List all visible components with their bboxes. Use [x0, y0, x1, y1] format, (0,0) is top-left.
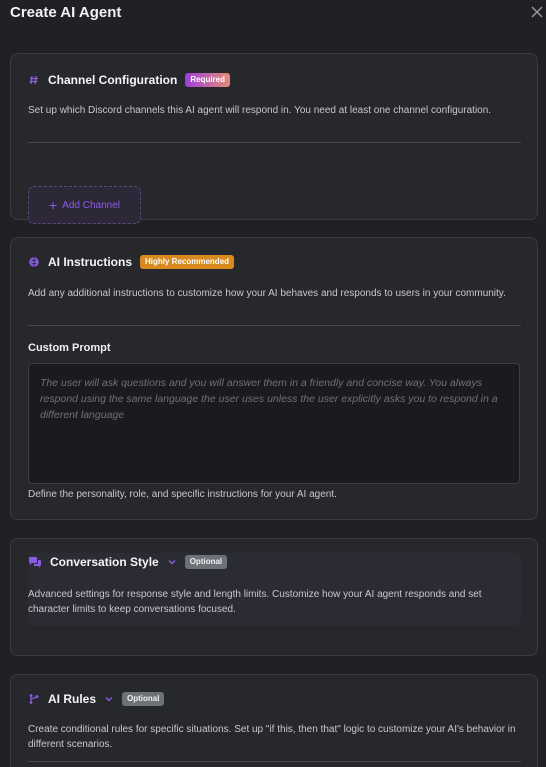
- chat-bubbles-icon: [29, 557, 41, 568]
- conversation-style-description: Advanced settings for response style and…: [28, 589, 482, 615]
- plus-icon: +: [48, 197, 58, 213]
- branch-icon: [29, 694, 39, 704]
- conversation-style-card: Conversation Style Optional Advanced set…: [10, 538, 538, 656]
- ai-rules-title: AI Rules: [48, 692, 97, 706]
- conversation-style-title: Conversation Style: [50, 555, 159, 569]
- custom-prompt-textarea[interactable]: [28, 363, 520, 484]
- optional-badge: Optional: [184, 555, 228, 569]
- add-channel-label: Add Channel: [62, 199, 120, 211]
- divider: [28, 142, 521, 143]
- divider: [28, 761, 521, 762]
- hash-icon: [29, 75, 38, 85]
- ai-instructions-header: AI Instructions Highly Recommended: [28, 253, 235, 271]
- channel-configuration-card: Channel Configuration Required Set up wh…: [10, 53, 538, 224]
- ai-rules-description: Create conditional rules for specific si…: [28, 724, 516, 750]
- channel-configuration-description: Set up which Discord channels this AI ag…: [28, 105, 492, 116]
- custom-prompt-label: Custom Prompt: [28, 342, 111, 354]
- ai-instructions-title: AI Instructions: [48, 255, 133, 269]
- dialog-title: Create AI Agent: [10, 4, 122, 21]
- required-badge: Required: [185, 73, 230, 87]
- channel-configuration-title: Channel Configuration: [48, 73, 178, 87]
- chevron-down-icon[interactable]: [167, 557, 177, 567]
- dialog-header: Create AI Agent: [0, 0, 546, 30]
- highly-recommended-badge: Highly Recommended: [140, 255, 235, 269]
- custom-prompt-help: Define the personality, role, and specif…: [28, 489, 337, 500]
- ai-rules-card: AI Rules Optional Create conditional rul…: [10, 674, 538, 767]
- channel-configuration-header: Channel Configuration Required: [28, 71, 230, 89]
- ai-instructions-description: Add any additional instructions to custo…: [28, 288, 506, 299]
- ai-rules-header[interactable]: AI Rules Optional: [28, 690, 165, 708]
- close-icon[interactable]: [530, 5, 544, 19]
- add-channel-button[interactable]: + Add Channel: [28, 186, 141, 224]
- dialog-body[interactable]: Channel Configuration Required Set up wh…: [0, 31, 546, 767]
- optional-badge: Optional: [122, 692, 165, 706]
- ai-instructions-card: AI Instructions Highly Recommended Add a…: [10, 237, 538, 520]
- chevron-down-icon[interactable]: [104, 694, 114, 704]
- brain-icon: [29, 257, 39, 267]
- divider: [28, 325, 521, 326]
- conversation-style-header[interactable]: Conversation Style Optional: [28, 553, 228, 571]
